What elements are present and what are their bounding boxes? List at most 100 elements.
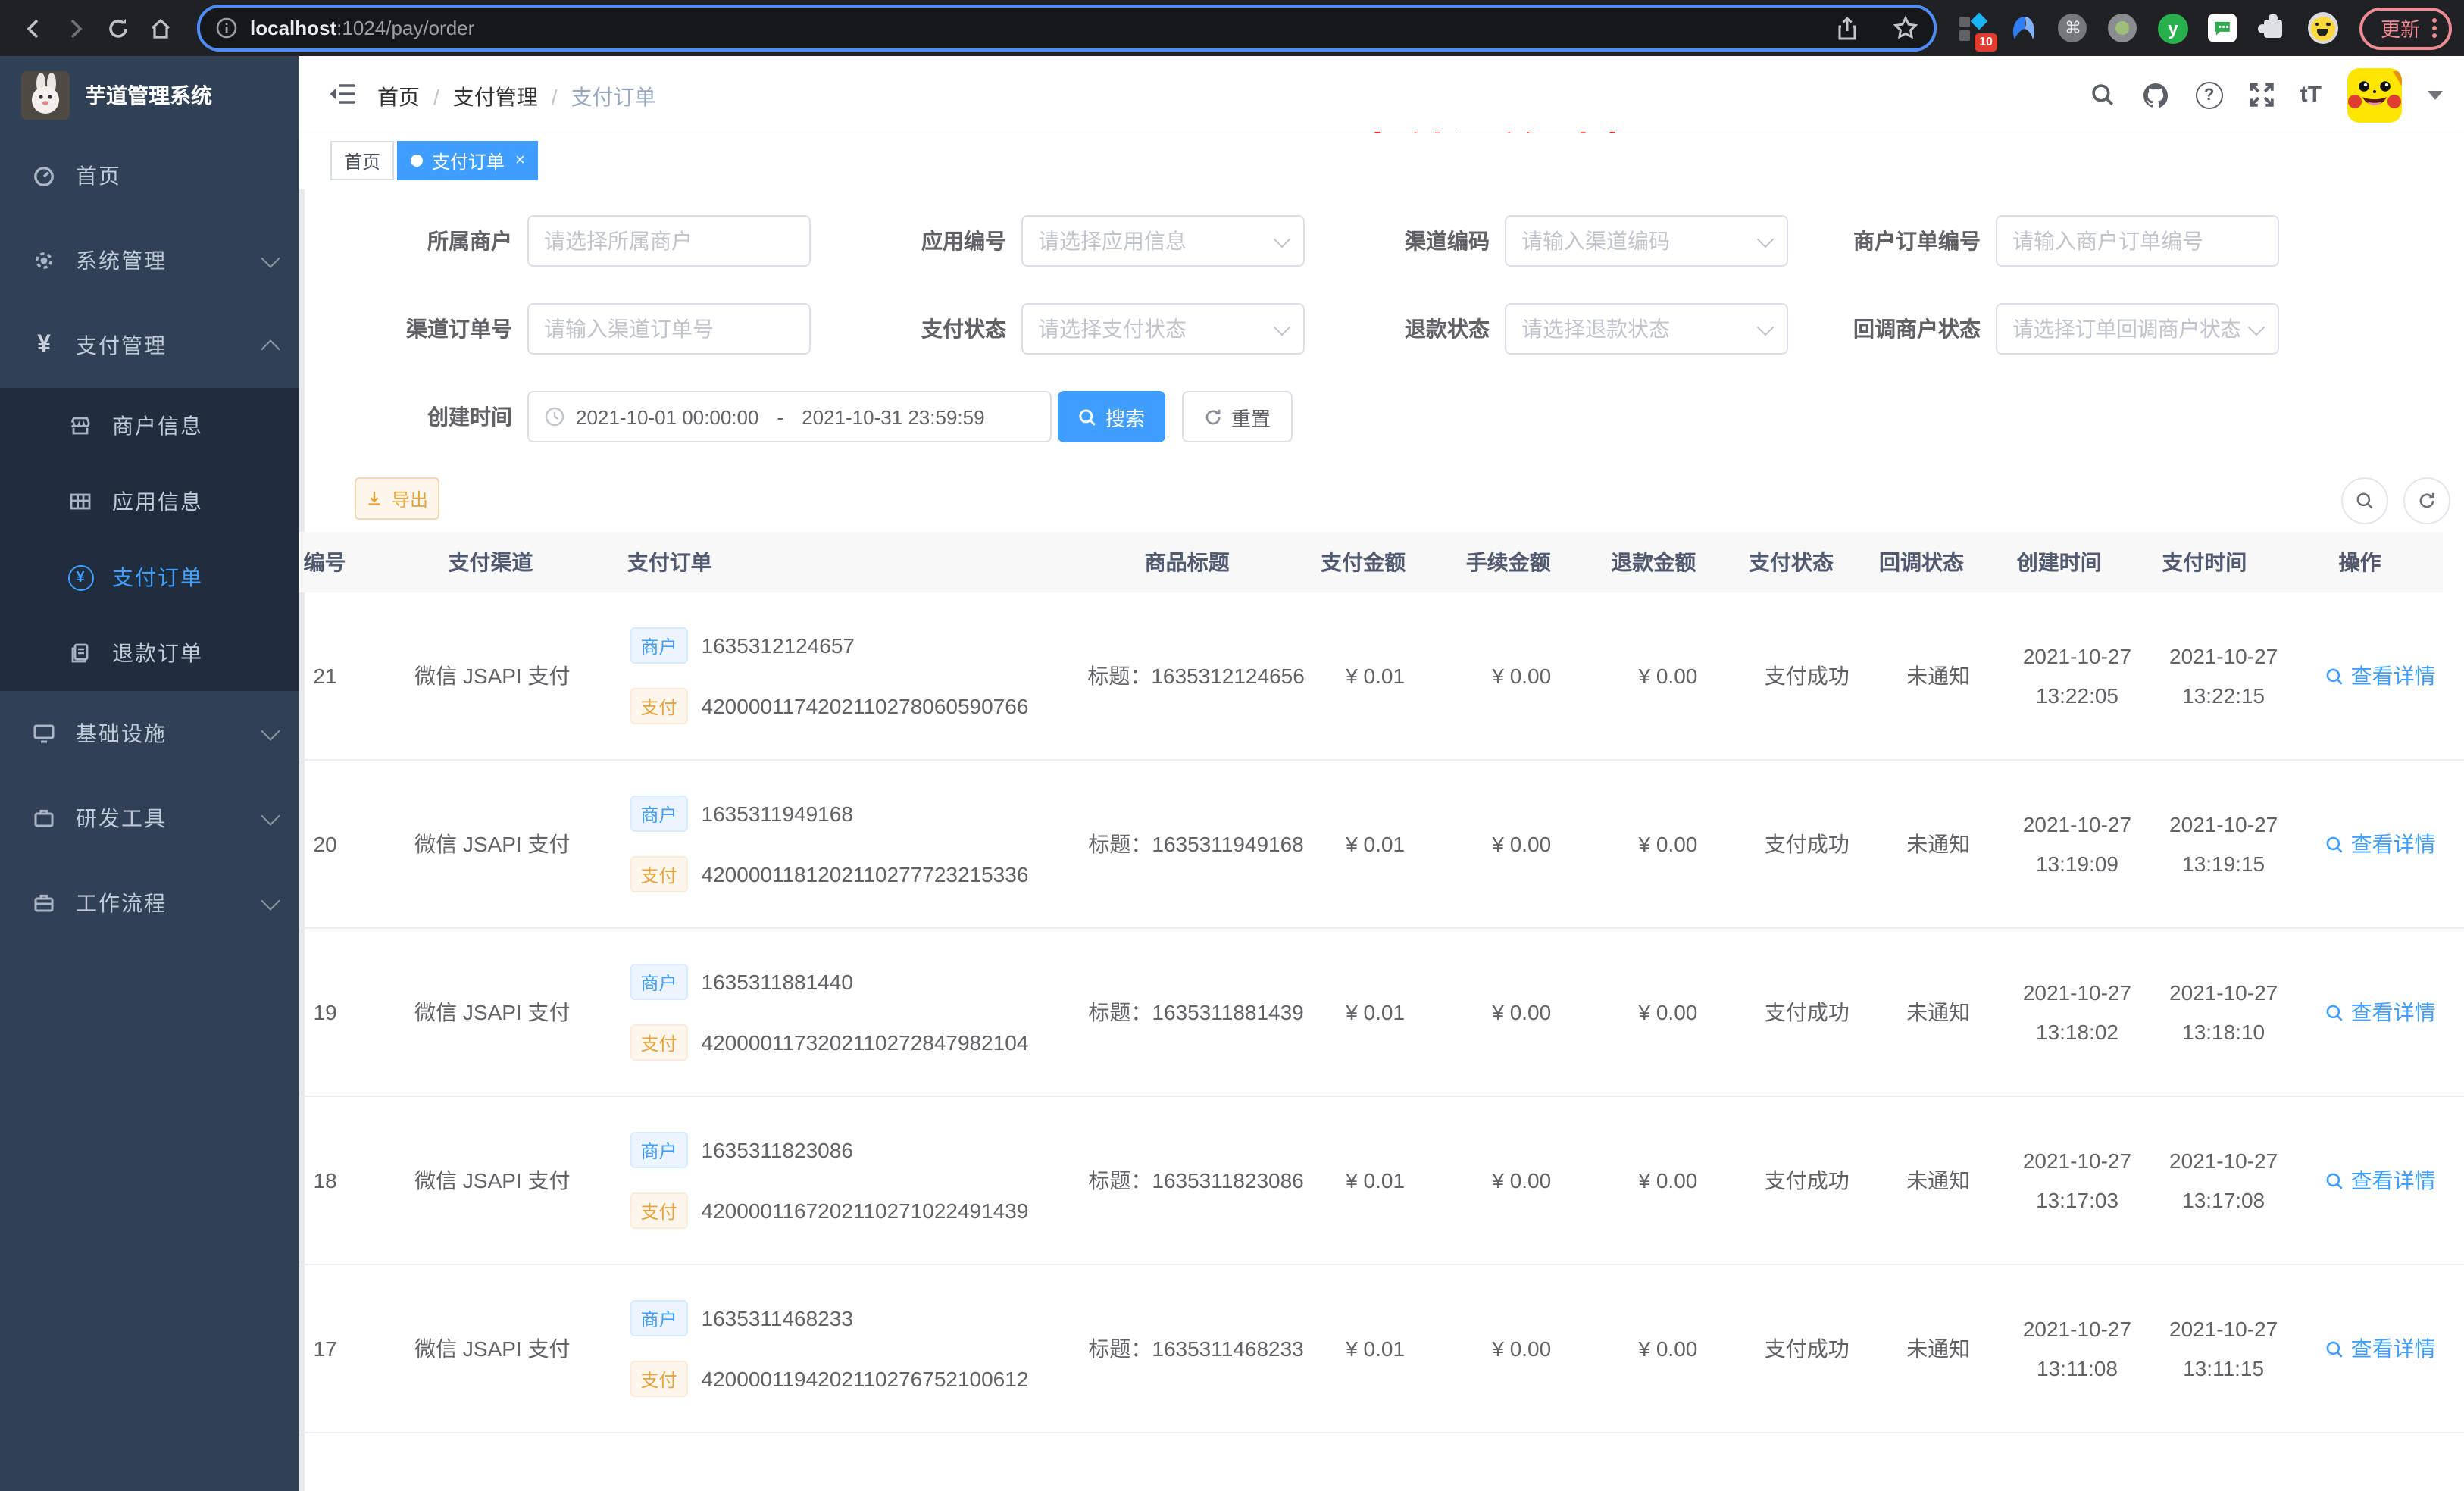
extension-green-dot-icon[interactable] <box>2108 13 2138 43</box>
pay-status-select[interactable]: 请选择支付状态 <box>1021 303 1305 355</box>
avatar-caret-icon[interactable] <box>2428 90 2443 99</box>
search-button[interactable]: 搜索 <box>1058 391 1165 442</box>
filter-notify-status: 回调商户状态 请选择订单回调商户状态 <box>1799 303 2279 355</box>
extensions-row: 10 ⌘ y <box>1958 11 2338 51</box>
cell-title: 标题：1635311468233 <box>1088 1336 1304 1361</box>
merchant-tag: 商户 <box>630 1300 688 1336</box>
breadcrumb-home[interactable]: 首页 <box>377 82 420 112</box>
url-bar[interactable]: localhost:1024/pay/order <box>197 5 1937 52</box>
profile-emoji-avatar[interactable] <box>2307 12 2338 44</box>
extension-diamond-icon[interactable]: 10 <box>1958 11 1997 51</box>
cell-created: 2021-10-27 13:18:02 <box>2022 980 2132 1044</box>
cell-pay-status: 支付成功 <box>1764 664 1850 688</box>
url-host: localhost <box>250 17 337 39</box>
toggle-search-button[interactable] <box>2341 477 2388 524</box>
view-detail-link[interactable]: 查看详情 <box>2325 1165 2436 1196</box>
reset-button[interactable]: 重置 <box>1182 391 1293 442</box>
help-question-icon[interactable]: ? <box>2195 81 2223 108</box>
sidebar-item-workflow[interactable]: 工作流程 <box>0 861 299 946</box>
cell-pay-order: 商户 1635311468233 支付 4200001194202110276752… <box>612 1265 1090 1432</box>
sidebar-item-home[interactable]: 首页 <box>0 133 299 218</box>
cell-id: 21 <box>313 664 337 688</box>
header-search-icon[interactable] <box>2090 82 2115 108</box>
url-path: :1024/pay/order <box>336 17 475 39</box>
cell-paid: 2021-10-27 13:19:15 <box>2169 812 2278 876</box>
channel-code-select[interactable]: 请输入渠道编码 <box>1505 215 1788 267</box>
sidebar-item-merchant-info[interactable]: 商户信息 <box>0 388 299 464</box>
tab-pay-order[interactable]: 支付订单 × <box>397 141 539 180</box>
document-icon <box>67 639 94 667</box>
breadcrumb: 首页 / 支付管理 / 支付订单 <box>377 82 656 112</box>
share-icon[interactable] <box>1835 16 1859 40</box>
cell-paid: 2021-10-27 13:22:15 <box>2169 644 2278 708</box>
browser-reload-icon[interactable] <box>97 7 139 49</box>
view-detail-link[interactable]: 查看详情 <box>2325 661 2436 691</box>
sidebar-item-infrastructure[interactable]: 基础设施 <box>0 691 299 776</box>
notify-status-select[interactable]: 请选择订单回调商户状态 <box>1996 303 2279 355</box>
fullscreen-icon[interactable] <box>2249 82 2275 108</box>
browser-update-button[interactable]: 更新 <box>2359 7 2452 49</box>
cell-pay-order: 商户 1635312124657 支付 4200001174202110278060… <box>612 592 1090 759</box>
breadcrumb-pay-mgmt[interactable]: 支付管理 <box>453 82 538 112</box>
merchant-order-no-input[interactable]: 请输入商户订单编号 <box>1996 215 2279 267</box>
filter-channel-code: 渠道编码 请输入渠道编码 <box>1323 215 1788 267</box>
date-range-input[interactable]: 2021-10-01 00:00:00 - 2021-10-31 23:59:5… <box>527 391 1052 442</box>
view-detail-link[interactable]: 查看详情 <box>2325 829 2436 859</box>
cell-refund: ¥ 0.00 <box>1638 1000 1698 1024</box>
export-button[interactable]: 导出 <box>355 477 439 520</box>
cell-refund: ¥ 0.00 <box>1638 1336 1698 1361</box>
cell-channel: 微信 JSAPI 支付 <box>414 1168 571 1192</box>
cell-pay-status: 支付成功 <box>1764 1000 1850 1024</box>
refund-status-select[interactable]: 请选择退款状态 <box>1505 303 1788 355</box>
sidebar-item-pay-order[interactable]: ¥ 支付订单 <box>0 539 299 615</box>
channel-order-no-input[interactable]: 请输入渠道订单号 <box>527 303 811 355</box>
pay-tag: 支付 <box>630 1024 688 1061</box>
cell-id <box>299 1433 373 1491</box>
tab-close-icon[interactable]: × <box>515 152 525 169</box>
pay-tag: 支付 <box>630 1361 688 1397</box>
view-detail-link[interactable]: 查看详情 <box>2325 997 2436 1027</box>
extension-command-icon[interactable]: ⌘ <box>2058 13 2088 43</box>
sidebar-logo[interactable]: 芋道管理系统 <box>0 56 299 133</box>
sidebar: 芋道管理系统 首页 系统管理 ¥ 支付管理 商户信息 应用信息 ¥ 支付订单 退… <box>0 56 299 1491</box>
cell-fee: ¥ 0.00 <box>1492 832 1552 856</box>
extension-sketch-icon[interactable] <box>2008 13 2038 43</box>
chevron-down-icon <box>261 805 280 825</box>
bookmark-star-icon[interactable] <box>1893 15 1918 41</box>
cell-channel: 微信 JSAPI 支付 <box>414 664 571 688</box>
github-icon[interactable] <box>2141 81 2170 108</box>
site-info-icon[interactable] <box>215 17 238 39</box>
browser-forward-icon[interactable] <box>55 7 97 49</box>
table-header: 编号 支付渠道 支付订单 商品标题 支付金额 手续金额 退款金额 支付状态 回调… <box>299 532 2443 592</box>
merchant-select[interactable]: 请选择所属商户 <box>527 215 811 267</box>
cell-paid: 2021-10-27 13:17:08 <box>2169 1149 2278 1212</box>
view-detail-link[interactable]: 查看详情 <box>2325 1333 2436 1364</box>
app-select[interactable]: 请选择应用信息 <box>1021 215 1305 267</box>
sidebar-item-app-info[interactable]: 应用信息 <box>0 464 299 539</box>
sidebar-item-payment[interactable]: ¥ 支付管理 <box>0 303 299 388</box>
date-start-value: 2021-10-01 00:00:00 <box>576 405 759 428</box>
cell-refund: ¥ 0.00 <box>1638 1168 1698 1192</box>
pay-tag: 支付 <box>630 1192 688 1229</box>
cell-amount: ¥ 0.01 <box>1346 1000 1406 1024</box>
refresh-button[interactable] <box>2403 477 2450 524</box>
extensions-puzzle-icon[interactable] <box>2257 13 2288 43</box>
clock-icon <box>544 406 565 427</box>
main-content: 所属商户 请选择所属商户 应用编号 请选择应用信息 渠道编码 请输入渠道编码 商… <box>299 189 2464 1491</box>
extension-chat-icon[interactable] <box>2208 13 2238 43</box>
browser-menu-kebab-icon[interactable] <box>2432 18 2437 38</box>
chevron-down-icon <box>1273 317 1291 336</box>
browser-back-icon[interactable] <box>12 7 55 49</box>
table-row: 19 微信 JSAPI 支付 商户 1635311881440 支付 4200001… <box>299 929 2464 1097</box>
tab-home[interactable]: 首页 <box>330 141 395 180</box>
browser-home-icon[interactable] <box>139 7 182 49</box>
sidebar-item-system[interactable]: 系统管理 <box>0 218 299 303</box>
chevron-down-icon <box>1756 317 1775 336</box>
font-size-icon[interactable]: tT <box>2300 82 2322 108</box>
cell-pay-order: 商户 1635311949168 支付 4200001181202110277723… <box>612 761 1090 927</box>
sidebar-item-refund-order[interactable]: 退款订单 <box>0 615 299 691</box>
sidebar-fold-icon[interactable] <box>329 82 356 106</box>
sidebar-item-dev-tools[interactable]: 研发工具 <box>0 776 299 861</box>
extension-y-icon[interactable]: y <box>2157 13 2188 43</box>
user-avatar[interactable] <box>2347 67 2402 122</box>
